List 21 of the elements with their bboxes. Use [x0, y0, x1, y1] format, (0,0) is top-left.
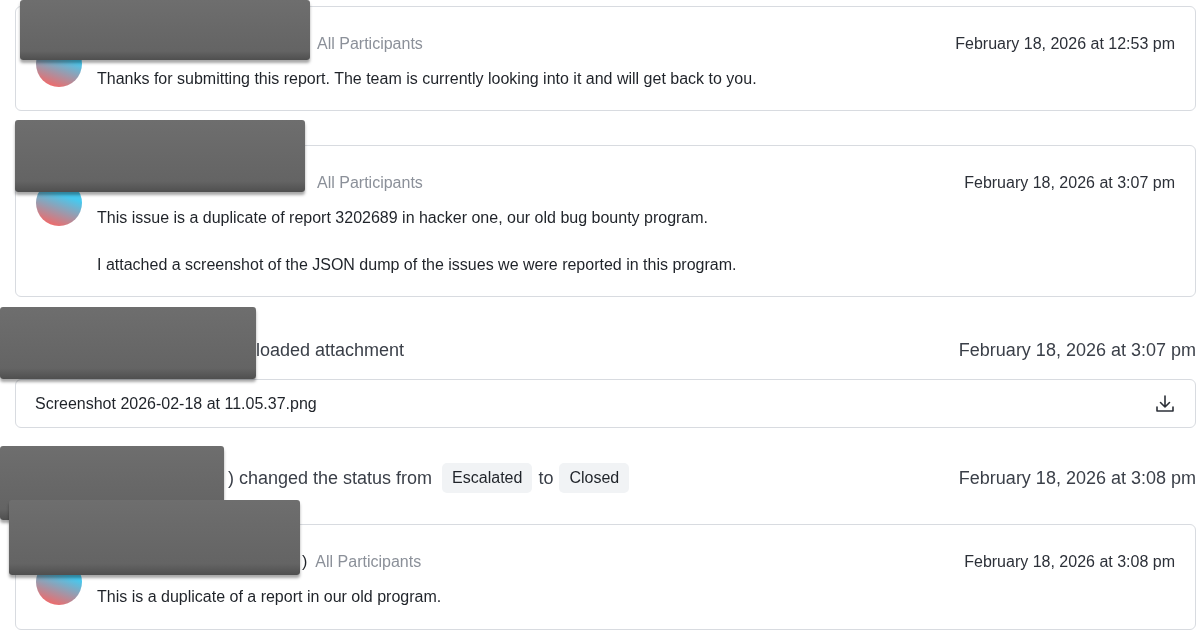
timestamp: February 18, 2026 at 3:08 pm [958, 466, 1196, 490]
comment-text: This issue is a duplicate of report 3202689 in hacker one, our old bug bounty program. [97, 208, 710, 229]
event-text: loaded attachment [256, 338, 405, 362]
timestamp: February 18, 2026 at 12:53 pm [955, 34, 1175, 54]
visibility-label: All Participants [315, 552, 422, 573]
comment-text: I attached a screenshot of the JSON dump of the issues we were reported in this program. [97, 254, 738, 275]
visibility-label: All Participants [317, 173, 423, 194]
status-chip: Escalated [442, 463, 533, 494]
file-name: Screenshot 2026-02-18 at 11.05.37.png [35, 393, 317, 414]
timestamp: February 18, 2026 at 3:07 pm [964, 173, 1175, 194]
author-name: ) [302, 552, 308, 573]
timestamp: February 18, 2026 at 3:07 pm [958, 338, 1196, 362]
visibility-label: All Participants [317, 34, 423, 54]
comment-text: Thanks for submitting this report. The team is currently looking into it and will get back to you. [97, 69, 758, 89]
attachment-card[interactable]: Screenshot 2026-02-18 at 11.05.37.png [15, 379, 1196, 429]
event-text: ) changed the status from [228, 466, 433, 490]
download-icon[interactable] [1155, 393, 1175, 414]
timestamp: February 18, 2026 at 3:08 pm [964, 552, 1175, 573]
event-text: to [538, 466, 554, 490]
comment-text: This is a duplicate of a report in our old program. [97, 587, 443, 608]
status-chip: Closed [559, 463, 630, 494]
